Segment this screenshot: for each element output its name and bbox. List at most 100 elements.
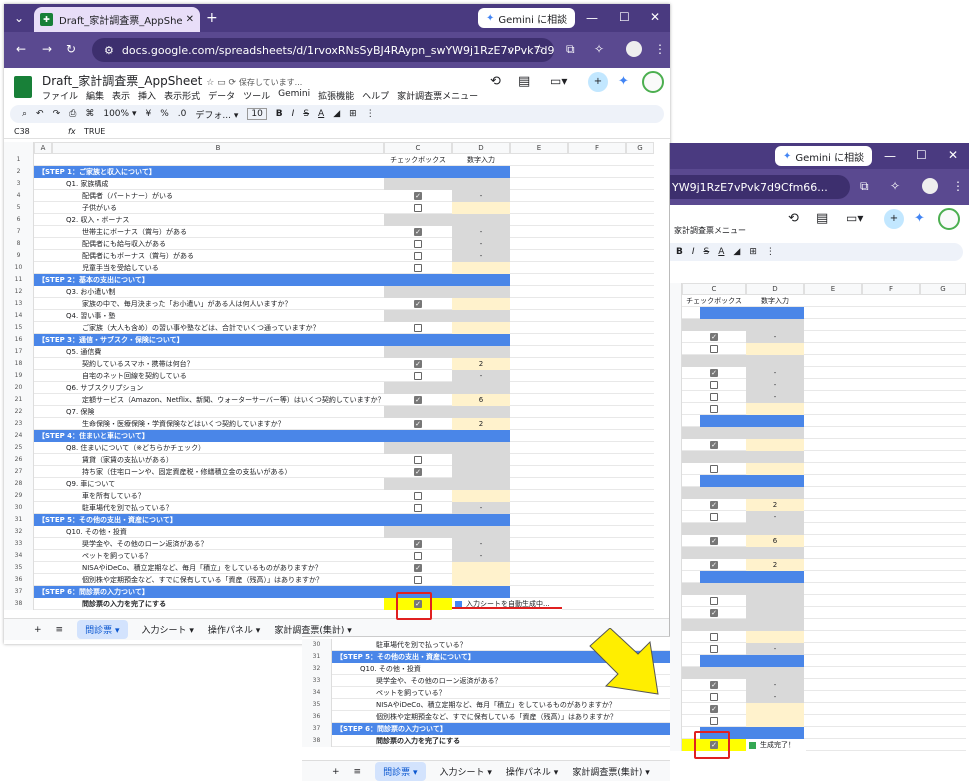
- number-cell[interactable]: [746, 703, 804, 715]
- row-number[interactable]: 6: [4, 214, 34, 226]
- text-color-icon-2[interactable]: A: [718, 247, 724, 257]
- checkbox[interactable]: ✓: [710, 333, 718, 341]
- row-number[interactable]: 30: [4, 502, 34, 514]
- column-header-f[interactable]: F: [862, 283, 920, 295]
- checkbox[interactable]: [710, 645, 718, 653]
- row-number[interactable]: [670, 727, 682, 739]
- number-cell[interactable]: [452, 574, 510, 586]
- font-select[interactable]: デフォ... ▾: [195, 108, 238, 121]
- gemini-button-2[interactable]: ✦ Gemini に相談: [775, 146, 873, 166]
- checkbox[interactable]: ✓: [710, 705, 718, 713]
- redo-icon[interactable]: ↷: [53, 109, 61, 119]
- checkbox[interactable]: [710, 633, 718, 641]
- row-number[interactable]: [670, 415, 682, 427]
- column-header-g[interactable]: G: [626, 142, 654, 154]
- url-field-2[interactable]: YW9j1RzE7vPvk7d9Cfm66...: [670, 175, 850, 199]
- back-icon[interactable]: ←: [16, 43, 26, 55]
- number-cell[interactable]: [746, 631, 804, 643]
- menu-gemini[interactable]: Gemini: [278, 89, 310, 102]
- checkbox[interactable]: [414, 456, 422, 464]
- number-cell[interactable]: -: [452, 250, 510, 262]
- row-number[interactable]: [670, 319, 682, 331]
- row-number[interactable]: 32: [302, 663, 332, 675]
- add-sheet-icon[interactable]: +: [34, 625, 42, 635]
- add-sheet-icon-2[interactable]: +: [332, 767, 340, 777]
- bookmark-star-icon[interactable]: ☆: [534, 43, 545, 55]
- checkbox[interactable]: [414, 504, 422, 512]
- checkbox[interactable]: ✓: [414, 540, 422, 548]
- checkbox[interactable]: [414, 372, 422, 380]
- checkbox[interactable]: [710, 381, 718, 389]
- strikethrough-icon[interactable]: S: [303, 109, 309, 119]
- sheets-logo-icon[interactable]: [14, 76, 32, 98]
- checkbox[interactable]: ✓: [710, 681, 718, 689]
- checkbox[interactable]: [414, 492, 422, 500]
- number-cell[interactable]: [452, 262, 510, 274]
- row-number[interactable]: 14: [4, 310, 34, 322]
- row-number[interactable]: [670, 355, 682, 367]
- checkbox[interactable]: [414, 324, 422, 332]
- row-number[interactable]: [670, 511, 682, 523]
- extensions-icon-2[interactable]: ⧉: [860, 180, 869, 192]
- row-number[interactable]: [670, 463, 682, 475]
- row-number[interactable]: [670, 451, 682, 463]
- number-cell[interactable]: [746, 343, 804, 355]
- name-box[interactable]: C38: [14, 127, 30, 136]
- checkbox[interactable]: ✓: [414, 228, 422, 236]
- column-header-f[interactable]: F: [568, 142, 626, 154]
- account-avatar-2[interactable]: [938, 208, 960, 230]
- number-cell[interactable]: [452, 490, 510, 502]
- checkbox[interactable]: [710, 693, 718, 701]
- row-number[interactable]: [670, 631, 682, 643]
- paint-format-icon[interactable]: ⌘: [85, 109, 94, 119]
- row-number[interactable]: [670, 691, 682, 703]
- row-number[interactable]: 11: [4, 274, 34, 286]
- currency-icon[interactable]: ¥: [145, 109, 151, 119]
- more-icon[interactable]: ⋮: [366, 109, 375, 119]
- row-number[interactable]: [670, 403, 682, 415]
- share-button-2[interactable]: +: [884, 209, 904, 229]
- row-number[interactable]: 33: [302, 675, 332, 687]
- borders-icon-2[interactable]: ⊞: [749, 247, 757, 257]
- checkbox[interactable]: ✓: [414, 468, 422, 476]
- checkbox[interactable]: [414, 264, 422, 272]
- row-number[interactable]: 26: [4, 454, 34, 466]
- row-number[interactable]: 31: [302, 651, 332, 663]
- number-cell[interactable]: [746, 595, 804, 607]
- row-number[interactable]: [670, 379, 682, 391]
- number-cell[interactable]: [452, 562, 510, 574]
- checkbox[interactable]: ✓: [414, 420, 422, 428]
- maximize-icon-2[interactable]: ☐: [916, 149, 927, 161]
- number-cell[interactable]: -: [452, 538, 510, 550]
- menu-help[interactable]: ヘルプ: [362, 89, 389, 102]
- row-number[interactable]: [670, 607, 682, 619]
- number-cell[interactable]: -: [746, 679, 804, 691]
- menu-tools[interactable]: ツール: [243, 89, 270, 102]
- all-sheets-icon[interactable]: ≡: [56, 625, 64, 635]
- number-cell[interactable]: [452, 298, 510, 310]
- checkbox[interactable]: ✓: [710, 441, 718, 449]
- sheet-tab-panel[interactable]: 操作パネル ▾: [208, 623, 260, 636]
- number-cell[interactable]: -: [746, 331, 804, 343]
- row-number[interactable]: 8: [4, 238, 34, 250]
- checkbox[interactable]: ✓: [414, 300, 422, 308]
- number-cell[interactable]: -: [746, 379, 804, 391]
- reload-icon[interactable]: ↻: [66, 43, 76, 55]
- percent-icon[interactable]: %: [160, 109, 169, 119]
- row-number[interactable]: 3: [4, 178, 34, 190]
- row-number[interactable]: 21: [4, 394, 34, 406]
- row-number[interactable]: 20: [4, 382, 34, 394]
- menu-file[interactable]: ファイル: [42, 89, 78, 102]
- row-number[interactable]: [670, 307, 682, 319]
- sheet-tab-questionnaire-2[interactable]: 問診票 ▾: [375, 762, 426, 781]
- row-number[interactable]: [670, 559, 682, 571]
- menu-view[interactable]: 表示: [112, 89, 130, 102]
- number-cell[interactable]: 6: [452, 394, 510, 406]
- row-number[interactable]: 1: [4, 154, 34, 166]
- row-number[interactable]: 28: [4, 478, 34, 490]
- row-number[interactable]: [670, 595, 682, 607]
- checkbox[interactable]: ✓: [710, 537, 718, 545]
- gemini-side-icon-2[interactable]: ✦: [914, 211, 925, 226]
- row-number[interactable]: [670, 619, 682, 631]
- url-field[interactable]: ⚙ docs.google.com/spreadsheets/d/1rvoxRNs…: [92, 38, 554, 62]
